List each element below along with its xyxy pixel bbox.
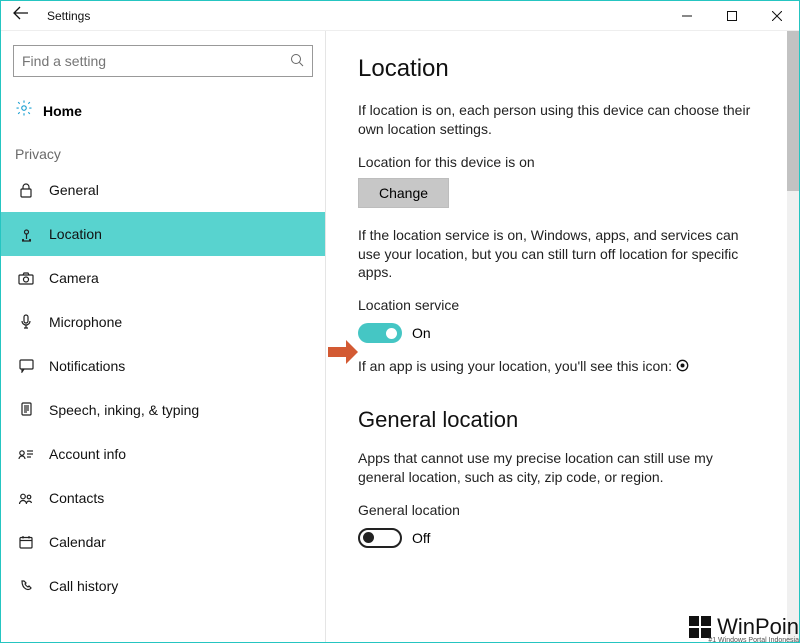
privacy-group-label: Privacy [1,136,325,168]
sidebar-item-label: Camera [49,270,99,286]
general-location-desc: Apps that cannot use my precise location… [358,449,758,487]
notifications-icon [15,359,37,373]
location-intro: If location is on, each person using thi… [358,101,758,139]
general-location-state: Off [412,530,430,546]
sidebar-item-speech[interactable]: Speech, inking, & typing [1,388,325,432]
close-button[interactable] [754,2,799,30]
sidebar-item-label: Account info [49,446,126,462]
home-link[interactable]: Home [1,91,325,136]
sidebar-item-label: Calendar [49,534,106,550]
sidebar-item-microphone[interactable]: Microphone [1,300,325,344]
minimize-button[interactable] [664,2,709,30]
sidebar-item-label: Notifications [49,358,125,374]
search-input[interactable] [13,45,313,77]
search-icon [290,53,304,70]
camera-icon [15,272,37,285]
call-history-icon [15,579,37,593]
general-location-heading: General location [358,407,779,433]
sidebar-item-call-history[interactable]: Call history [1,564,325,608]
main-panel: Location If location is on, each person … [326,31,799,642]
location-service-label: Location service [358,296,758,315]
winpoin-logo-icon [689,616,711,638]
sidebar-item-camera[interactable]: Camera [1,256,325,300]
location-pin-icon [15,227,37,242]
speech-icon [15,402,37,418]
titlebar: Settings [1,1,799,31]
scrollbar-thumb[interactable] [787,31,799,191]
account-info-icon [15,448,37,460]
calendar-icon [15,535,37,549]
sidebar-item-location[interactable]: Location [1,212,325,256]
sidebar-item-calendar[interactable]: Calendar [1,520,325,564]
home-label: Home [43,103,82,119]
general-location-toggle[interactable] [358,528,402,548]
general-location-label: General location [358,501,758,520]
service-description: If the location service is on, Windows, … [358,226,758,283]
location-service-toggle[interactable] [358,323,402,343]
location-in-use-icon [676,358,689,377]
contacts-icon [15,492,37,505]
sidebar-item-label: General [49,182,99,198]
sidebar-item-account-info[interactable]: Account info [1,432,325,476]
sidebar-item-label: Speech, inking, & typing [49,402,199,418]
microphone-icon [15,314,37,330]
search-field[interactable] [22,53,290,69]
scrollbar[interactable] [787,31,799,642]
sidebar-item-contacts[interactable]: Contacts [1,476,325,520]
sidebar-item-notifications[interactable]: Notifications [1,344,325,388]
maximize-button[interactable] [709,2,754,30]
window-title: Settings [41,9,90,23]
gear-icon [15,99,33,122]
back-button[interactable] [1,6,41,25]
sidebar: Home Privacy General Location Camera Mic… [1,31,326,642]
annotation-arrow [328,340,358,369]
device-status-label: Location for this device is on [358,153,758,172]
sidebar-item-label: Call history [49,578,118,594]
location-service-state: On [412,325,431,341]
sidebar-item-label: Contacts [49,490,104,506]
page-heading: Location [358,55,779,83]
sidebar-item-label: Location [49,226,102,242]
sidebar-item-general[interactable]: General [1,168,325,212]
watermark: WinPoin #1 Windows Portal Indonesia [689,614,799,640]
sidebar-item-label: Microphone [49,314,122,330]
change-button[interactable]: Change [358,178,449,208]
lock-icon [15,183,37,198]
icon-note: If an app is using your location, you'll… [358,357,758,377]
